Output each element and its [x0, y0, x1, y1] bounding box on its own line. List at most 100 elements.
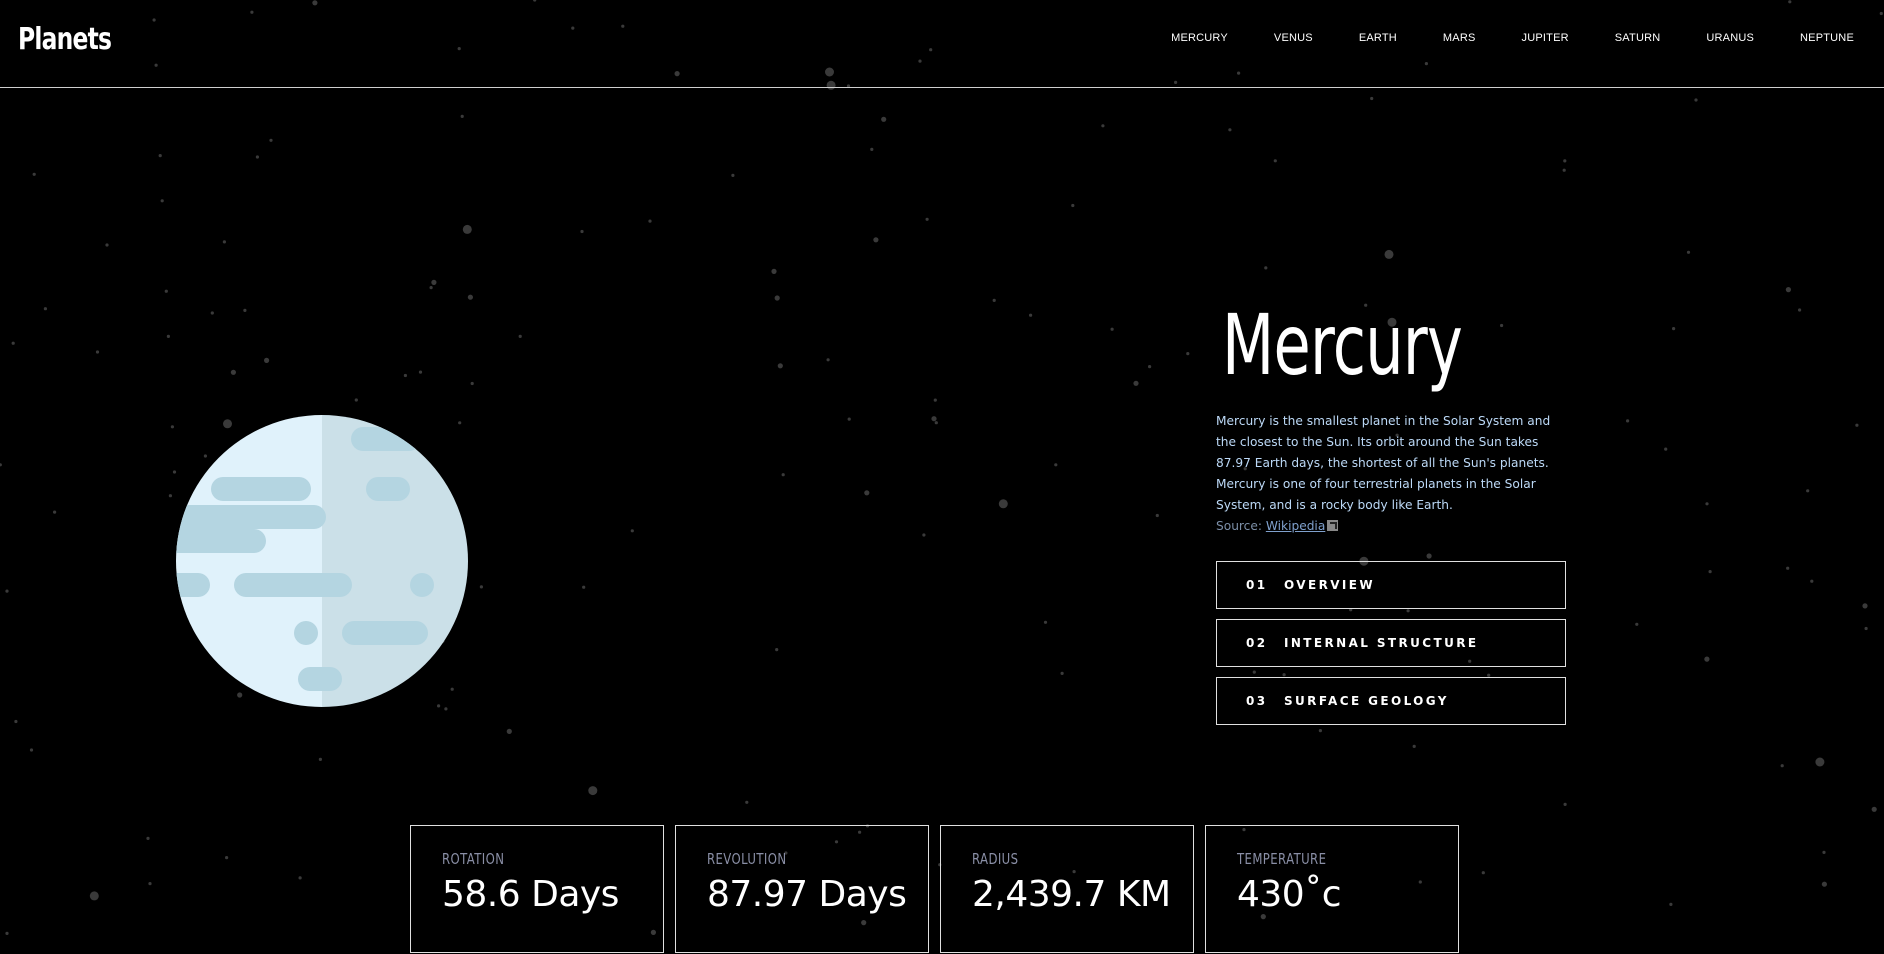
star-dot — [1426, 553, 1432, 559]
star-dot — [1806, 489, 1810, 493]
star-dot — [1664, 447, 1668, 451]
star-dot — [0, 463, 2, 467]
star-dot — [1705, 502, 1709, 506]
planet-stats: ROTATION 58.6 Days REVOLUTION 87.97 Days… — [410, 825, 1459, 953]
planet-tabs: 01 OVERVIEW 02 INTERNAL STRUCTURE 03 SUR… — [1216, 561, 1566, 735]
nav-item-mercury[interactable]: MERCURY — [1171, 30, 1228, 46]
star-dot — [1148, 365, 1152, 369]
star-dot — [230, 369, 236, 375]
star-dot — [1785, 287, 1791, 293]
star-dot — [146, 836, 150, 841]
star-dot — [1686, 250, 1691, 254]
star-dot — [210, 311, 214, 315]
wikipedia-link[interactable]: Wikipedia — [1266, 519, 1325, 533]
star-dot — [166, 334, 170, 338]
star-dot — [1101, 124, 1105, 128]
stat-temperature: TEMPERATURE 430˚c — [1205, 825, 1459, 953]
star-dot — [925, 217, 929, 221]
planet-info: Mercury Mercury is the smallest planet i… — [1216, 290, 1566, 537]
star-dot — [582, 585, 586, 589]
stat-label: ROTATION — [442, 850, 505, 868]
star-dot — [1694, 98, 1698, 102]
star-dot — [470, 381, 474, 386]
star-dot — [731, 173, 735, 177]
star-dot — [881, 116, 887, 122]
tab-internal-structure[interactable]: 02 INTERNAL STRUCTURE — [1216, 619, 1566, 667]
star-dot — [922, 533, 926, 537]
star-dot — [1786, 566, 1790, 570]
star-dot — [771, 268, 777, 274]
nav-item-venus[interactable]: VENUS — [1274, 30, 1313, 46]
tab-surface-geology[interactable]: 03 SURFACE GEOLOGY — [1216, 677, 1566, 725]
star-dot — [148, 882, 152, 886]
tab-number: 01 — [1246, 578, 1268, 592]
nav-item-uranus[interactable]: URANUS — [1706, 30, 1754, 46]
stat-value: 58.6 Days — [442, 874, 619, 915]
star-dot — [43, 307, 48, 311]
star-dot — [1704, 656, 1710, 662]
star-dot — [873, 237, 879, 243]
star-dot — [580, 229, 584, 234]
star-dot — [826, 358, 830, 362]
stat-label: TEMPERATURE — [1237, 850, 1327, 868]
star-dot — [1412, 744, 1416, 749]
planet-description: Mercury is the smallest planet in the So… — [1216, 414, 1551, 512]
planet-title: Mercury — [1222, 296, 1463, 394]
star-dot — [1370, 96, 1374, 101]
tab-label: SURFACE GEOLOGY — [1284, 694, 1449, 708]
star-dot — [775, 648, 779, 652]
planet-mercury-icon — [176, 415, 468, 707]
star-dot — [1060, 671, 1064, 676]
stat-value: 2,439.7 KM — [972, 874, 1171, 915]
star-dot — [168, 494, 172, 498]
star-dot — [630, 529, 634, 533]
star-dot — [225, 856, 229, 860]
nav-item-saturn[interactable]: SATURN — [1615, 30, 1661, 46]
tab-label: OVERVIEW — [1284, 578, 1375, 592]
star-dot — [1481, 871, 1485, 875]
star-dot — [479, 585, 483, 589]
star-dot — [105, 243, 109, 247]
star-dot — [870, 147, 874, 151]
star-dot — [1155, 513, 1159, 518]
star-dot — [462, 224, 472, 234]
tab-number: 02 — [1246, 636, 1268, 650]
star-dot — [418, 370, 423, 374]
stat-label: REVOLUTION — [707, 850, 787, 868]
tab-overview[interactable]: 01 OVERVIEW — [1216, 561, 1566, 609]
star-dot — [745, 800, 749, 804]
star-dot — [403, 373, 407, 378]
nav-item-earth[interactable]: EARTH — [1359, 30, 1397, 46]
star-dot — [506, 728, 512, 735]
external-link-icon[interactable] — [1327, 520, 1339, 531]
stat-value: 430˚c — [1237, 874, 1342, 915]
star-dot — [934, 421, 938, 425]
star-dot — [1855, 423, 1859, 427]
stat-revolution: REVOLUTION 87.97 Days — [675, 825, 929, 953]
star-dot — [429, 286, 433, 290]
nav-item-mars[interactable]: MARS — [1443, 30, 1476, 46]
star-dot — [11, 341, 15, 345]
star-dot — [298, 876, 302, 880]
site-header: Planets MERCURY VENUS EARTH MARS JUPITER… — [0, 0, 1884, 88]
star-dot — [29, 748, 34, 752]
star-dot — [5, 589, 9, 593]
star-dot — [1133, 380, 1139, 386]
star-dot — [444, 707, 448, 711]
stat-radius: RADIUS 2,439.7 KM — [940, 825, 1194, 953]
nav-item-neptune[interactable]: NEPTUNE — [1800, 30, 1854, 46]
nav-item-jupiter[interactable]: JUPITER — [1522, 30, 1569, 46]
star-dot — [170, 425, 174, 429]
star-dot — [1864, 626, 1868, 631]
source-prefix: Source: — [1216, 519, 1266, 533]
star-dot — [1672, 327, 1676, 331]
star-dot — [777, 363, 783, 369]
star-dot — [1563, 802, 1567, 807]
star-dot — [1043, 620, 1048, 624]
star-dot — [847, 417, 851, 421]
star-dot — [354, 398, 358, 402]
star-dot — [588, 786, 598, 796]
star-dot — [1054, 463, 1058, 467]
site-logo[interactable]: Planets — [18, 22, 112, 57]
star-dot — [933, 398, 937, 402]
